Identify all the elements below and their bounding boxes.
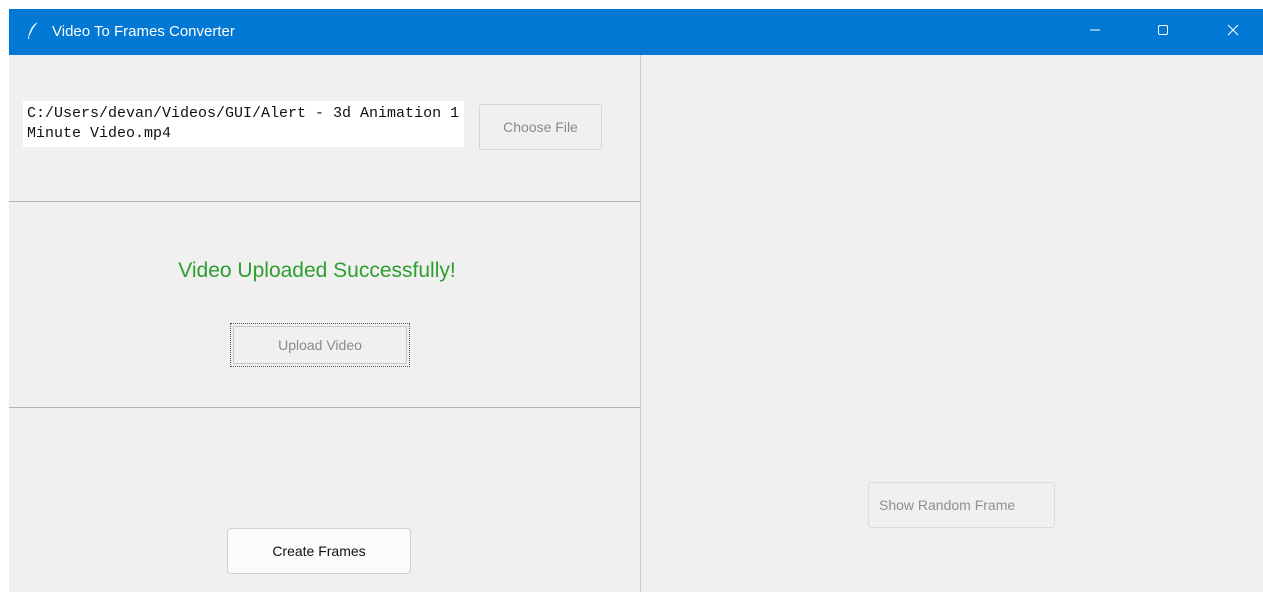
maximize-icon [1157,23,1169,41]
left-panel: Choose File Video Uploaded Successfully!… [9,55,640,592]
file-path-field[interactable] [23,101,464,147]
window-title: Video To Frames Converter [52,23,235,40]
show-random-frame-button[interactable]: Show Random Frame [868,482,1055,528]
minimize-icon [1089,23,1101,41]
section-divider [9,201,640,202]
title-bar[interactable]: Video To Frames Converter [9,9,1263,55]
minimize-button[interactable] [1072,9,1118,55]
choose-file-button[interactable]: Choose File [479,104,602,150]
close-button[interactable] [1210,9,1256,55]
app-window: Video To Frames Converter Choose File Vi… [9,9,1263,592]
section-divider [9,407,640,408]
feather-icon [26,21,40,41]
upload-status-message: Video Uploaded Successfully! [178,259,456,282]
maximize-button[interactable] [1140,9,1186,55]
panel-divider [640,55,641,592]
close-icon [1227,23,1239,41]
create-frames-button[interactable]: Create Frames [227,528,411,574]
upload-video-button[interactable]: Upload Video [230,323,410,367]
